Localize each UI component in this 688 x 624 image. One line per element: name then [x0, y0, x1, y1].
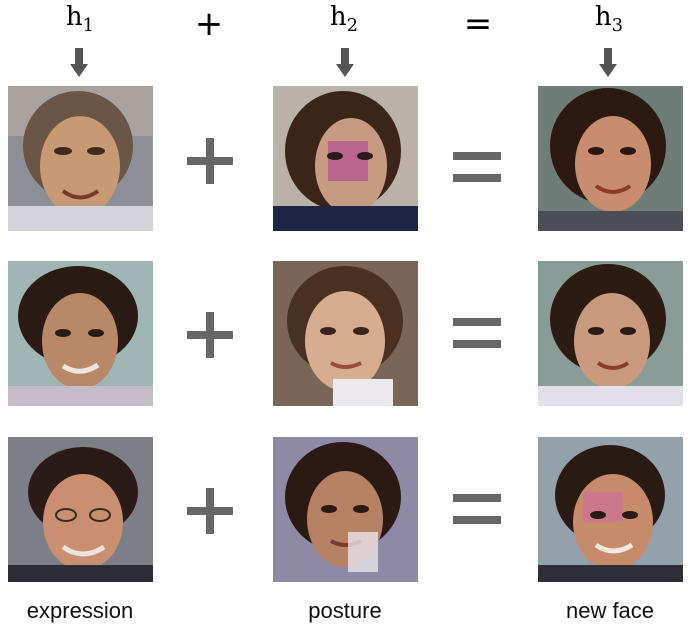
header-h1-sub: 1 [82, 15, 95, 36]
header-h2-base: h [329, 2, 347, 32]
plus-icon [187, 312, 233, 358]
down-arrow-icon [70, 48, 88, 77]
header-plus: + [194, 4, 224, 44]
equals-icon [453, 152, 501, 182]
header-h3-base: h [594, 2, 612, 32]
caption-posture: posture [308, 598, 382, 623]
header-h3: h3 [569, 2, 649, 36]
face-image-row2-new-face [538, 261, 683, 406]
face-image-row1-new-face [538, 86, 683, 231]
face-image-row1-posture [273, 86, 418, 231]
face-image-row3-new-face [538, 437, 683, 582]
header-h1-base: h [65, 2, 83, 32]
face-image-row2-expression [8, 261, 153, 406]
down-arrow-icon [336, 48, 354, 77]
face-image-row3-posture [273, 437, 418, 582]
down-arrow-icon [599, 48, 617, 77]
header-h2: h2 [304, 2, 384, 36]
header-h2-sub: 2 [346, 15, 359, 36]
face-image-row2-posture [273, 261, 418, 406]
face-image-row1-expression [8, 86, 153, 231]
header-h3-sub: 3 [611, 15, 624, 36]
caption-new-face: new face [565, 598, 655, 623]
header-h1: h1 [40, 2, 120, 36]
header-equals: = [463, 4, 493, 44]
plus-icon [187, 138, 233, 184]
equals-icon [453, 494, 501, 524]
face-image-row3-expression [8, 437, 153, 582]
plus-icon [187, 488, 233, 534]
caption-expression: expression [26, 598, 134, 623]
equals-icon [453, 318, 501, 348]
